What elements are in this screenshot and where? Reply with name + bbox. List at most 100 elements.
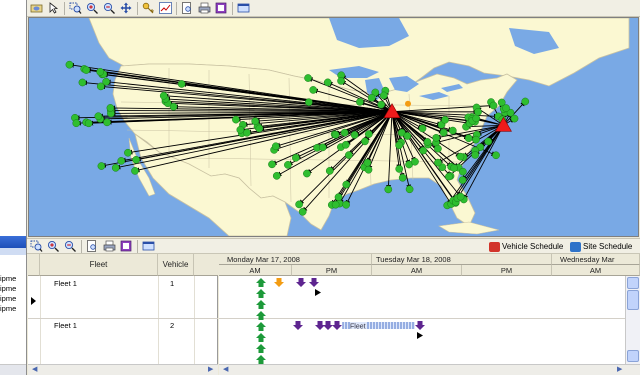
down-arrow-icon[interactable] [296,278,319,287]
site-marker[interactable] [492,151,500,160]
timeline-horizontal-scrollbar[interactable]: ◀ ▶ [219,364,640,375]
play-marker-icon[interactable] [417,332,423,339]
site-marker[interactable] [124,148,132,157]
vehicle-cell[interactable]: 2 [170,321,174,330]
site-marker[interactable] [96,67,105,76]
site-marker[interactable] [243,128,251,137]
site-marker[interactable] [303,169,311,178]
site-marker[interactable] [271,142,280,151]
site-marker[interactable] [439,128,448,137]
site-marker[interactable] [510,114,519,123]
fleet-cell[interactable]: Fleet 1 [54,321,77,330]
print-icon[interactable] [197,2,211,15]
site-marker[interactable] [72,119,81,128]
site-marker[interactable] [84,119,93,128]
site-marker[interactable] [295,200,303,209]
list-item[interactable]: ipme [0,274,26,284]
site-marker[interactable] [331,130,340,139]
site-marker[interactable] [96,82,105,91]
route-map-canvas[interactable] [29,18,639,236]
site-marker[interactable] [434,144,442,153]
site-marker[interactable] [448,126,457,135]
site-schedule-button[interactable]: Site Schedule [570,241,632,253]
print-icon[interactable] [102,240,116,253]
site-marker[interactable] [334,193,343,201]
down-arrow-icon[interactable] [274,278,284,287]
site-marker[interactable] [337,77,345,85]
site-marker[interactable] [103,118,111,127]
route-map[interactable] [28,17,639,237]
site-marker[interactable] [484,137,493,146]
site-marker[interactable] [309,86,318,94]
site-marker[interactable] [65,60,74,69]
site-marker[interactable] [489,101,498,110]
site-marker[interactable] [106,104,115,112]
site-marker[interactable] [94,112,103,121]
scroll-down-icon[interactable] [627,350,639,362]
horizontal-scrollbar[interactable] [0,364,26,375]
timeline-vertical-scrollbar[interactable] [625,276,640,364]
site-marker[interactable] [456,152,465,161]
site-marker[interactable] [464,134,473,143]
site-marker[interactable] [405,185,414,194]
site-marker[interactable] [78,78,87,87]
origin-marker[interactable] [405,100,412,107]
site-marker[interactable] [364,130,373,138]
site-marker[interactable] [236,125,245,134]
zoom-window-icon[interactable] [68,2,82,15]
site-marker[interactable] [445,172,453,181]
site-marker[interactable] [458,176,467,184]
print-preview-icon[interactable] [85,240,99,253]
fleet-cell[interactable]: Fleet 1 [54,279,77,288]
site-marker[interactable] [111,163,120,172]
list-item[interactable]: ipme [0,304,26,314]
site-marker[interactable] [432,133,441,142]
play-marker-icon[interactable] [315,289,321,296]
scroll-left-icon[interactable]: ◀ [223,365,228,375]
site-marker[interactable] [367,93,376,102]
site-marker[interactable] [345,151,353,159]
window-icon[interactable] [236,2,250,15]
site-marker[interactable] [356,98,364,106]
site-marker[interactable] [379,91,388,100]
site-marker[interactable] [395,141,403,150]
site-marker[interactable] [398,173,407,182]
site-marker[interactable] [268,160,276,169]
site-marker[interactable] [364,165,373,174]
site-marker[interactable] [117,157,126,165]
site-marker[interactable] [423,138,432,146]
site-marker[interactable] [450,164,458,172]
site-marker[interactable] [284,161,292,169]
scroll-right-icon[interactable]: ▶ [617,365,622,375]
chart-icon[interactable] [158,2,172,15]
site-marker[interactable] [377,100,386,109]
site-marker[interactable] [471,151,480,159]
site-marker[interactable] [459,167,467,176]
schedule-timeline[interactable]: Monday Mar 17, 2008 Tuesday Mar 18, 2008… [219,254,640,375]
copy-icon[interactable] [119,240,133,253]
site-marker[interactable] [502,104,510,112]
site-marker[interactable] [232,115,240,124]
site-marker[interactable] [159,91,168,100]
pan-icon[interactable] [119,2,133,15]
site-marker[interactable] [403,132,412,140]
site-marker[interactable] [418,124,427,133]
scroll-right-icon[interactable]: ▶ [208,365,213,375]
site-marker[interactable] [251,117,260,126]
scroll-left-icon[interactable]: ◀ [32,365,37,375]
site-marker[interactable] [82,66,91,74]
site-marker[interactable] [350,131,359,139]
window-icon[interactable] [141,240,155,253]
site-marker[interactable] [298,207,307,216]
site-marker[interactable] [331,200,340,209]
site-marker[interactable] [395,165,404,173]
site-marker[interactable] [255,124,264,133]
site-marker[interactable] [474,108,482,116]
site-marker[interactable] [97,162,106,170]
site-marker[interactable] [441,115,449,124]
site-marker[interactable] [341,140,350,149]
site-marker[interactable] [434,158,442,167]
site-marker[interactable] [323,78,332,87]
pointer-icon[interactable] [46,2,60,15]
zoom-in-icon[interactable] [85,2,99,15]
